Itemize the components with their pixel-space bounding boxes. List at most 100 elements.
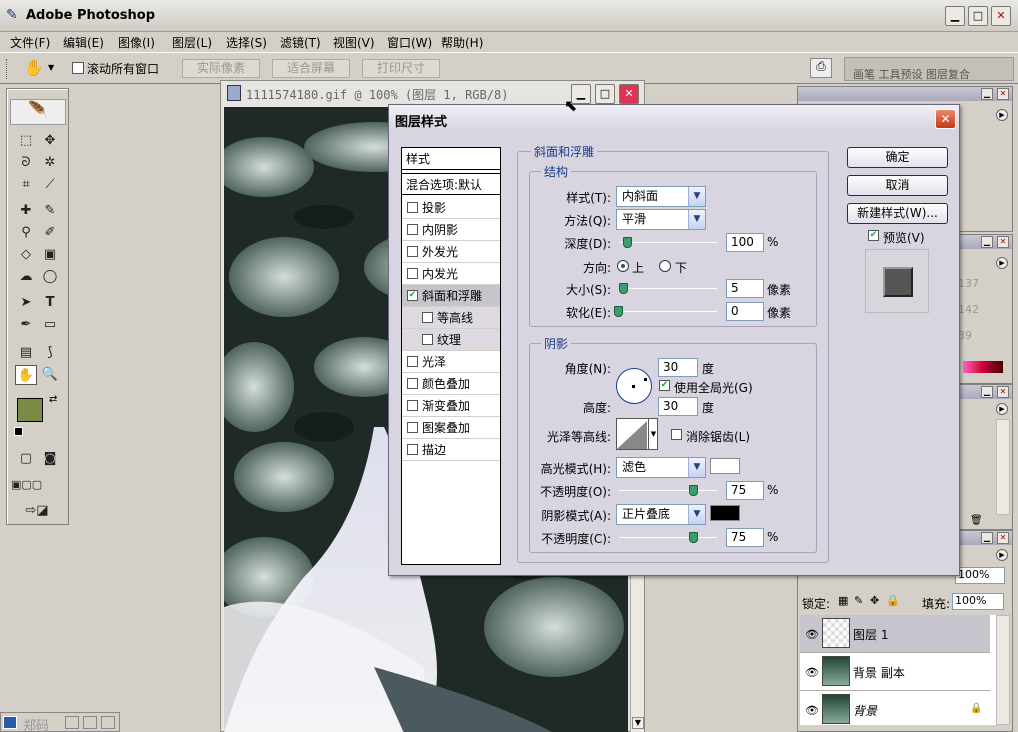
effect-checkbox[interactable] xyxy=(407,246,418,257)
eye-icon[interactable]: 👁 xyxy=(805,704,819,717)
panel-close-icon[interactable]: ✕ xyxy=(997,236,1009,248)
soften-slider-track[interactable] xyxy=(619,311,717,312)
effect-inner-shadow[interactable]: 内阴影 xyxy=(402,219,500,241)
effect-bevel-emboss[interactable]: ✔ 斜面和浮雕 xyxy=(402,285,500,307)
ime-button-icon[interactable] xyxy=(83,716,97,729)
effect-satin[interactable]: 光泽 xyxy=(402,351,500,373)
lock-paint-icon[interactable]: ✎ xyxy=(854,594,863,607)
size-slider-thumb[interactable] xyxy=(619,283,628,294)
color-blue-value[interactable]: 39 xyxy=(958,329,972,342)
panel-menu-icon[interactable]: ▶ xyxy=(996,109,1008,121)
layer-row-background[interactable]: 👁 背景 🔒 xyxy=(800,691,990,725)
effect-drop-shadow[interactable]: 投影 xyxy=(402,197,500,219)
angle-input[interactable]: 30 xyxy=(658,358,698,377)
menu-window[interactable]: 窗口(W) xyxy=(387,34,432,51)
color-red-value[interactable]: 137 xyxy=(958,277,979,290)
effect-stroke[interactable]: 描边 xyxy=(402,439,500,461)
doc-maximize-button[interactable]: □ xyxy=(595,84,615,104)
eye-icon[interactable]: 👁 xyxy=(805,666,819,679)
size-slider-track[interactable] xyxy=(619,288,717,289)
eraser-tool-icon[interactable]: ◇ xyxy=(15,245,37,265)
menu-file[interactable]: 文件(F) xyxy=(10,34,50,51)
highlight-opacity-track[interactable] xyxy=(619,490,717,491)
actual-pixels-button[interactable]: 实际像素 xyxy=(182,59,260,78)
fit-screen-button[interactable]: 适合屏幕 xyxy=(272,59,350,78)
brush-tool-icon[interactable]: ✎ xyxy=(39,201,61,221)
chevron-down-icon[interactable]: ▼ xyxy=(688,458,705,477)
dropdown-arrow-icon[interactable]: ▼ xyxy=(48,63,54,72)
menu-image[interactable]: 图像(I) xyxy=(118,34,155,51)
ime-button-icon[interactable] xyxy=(101,716,115,729)
effect-checkbox[interactable] xyxy=(407,224,418,235)
panel-menu-icon[interactable]: ▶ xyxy=(996,257,1008,269)
default-colors-icon[interactable] xyxy=(14,427,23,436)
pen-tool-icon[interactable]: ✒ xyxy=(15,315,37,335)
opacity-field[interactable]: 100% xyxy=(955,567,1005,584)
eyedropper-icon[interactable]: ⟆ xyxy=(39,343,61,363)
shadow-color-swatch[interactable] xyxy=(710,505,740,521)
lock-all-icon[interactable]: 🔒 xyxy=(886,594,900,607)
menu-edit[interactable]: 编辑(E) xyxy=(63,34,104,51)
highlight-mode-select[interactable]: 滤色 ▼ xyxy=(616,457,706,478)
styles-header[interactable]: 样式 xyxy=(402,148,500,170)
shadow-mode-select[interactable]: 正片叠底 ▼ xyxy=(616,504,706,525)
highlight-opacity-input[interactable]: 75 xyxy=(726,481,764,500)
layer-row-layer1[interactable]: 👁 图层 1 xyxy=(800,615,990,653)
effect-color-overlay[interactable]: 颜色叠加 xyxy=(402,373,500,395)
panel-close-icon[interactable]: ✕ xyxy=(997,532,1009,544)
maximize-button[interactable]: □ xyxy=(968,6,988,26)
crop-tool-icon[interactable]: ⌗ xyxy=(15,175,37,195)
blend-options-item[interactable]: 混合选项:默认 xyxy=(402,173,500,195)
effect-checkbox[interactable] xyxy=(407,378,418,389)
effect-inner-glow[interactable]: 内发光 xyxy=(402,263,500,285)
menu-filter[interactable]: 滤镜(T) xyxy=(280,34,321,51)
effect-checkbox[interactable] xyxy=(422,312,433,323)
effect-checkbox[interactable] xyxy=(407,444,418,455)
ok-button[interactable]: 确定 xyxy=(847,147,948,168)
effect-checkbox[interactable] xyxy=(407,400,418,411)
depth-slider-track[interactable] xyxy=(619,242,717,243)
layer-row-background-copy[interactable]: 👁 背景 副本 xyxy=(800,653,990,691)
close-button[interactable]: ✕ xyxy=(991,6,1011,26)
zoom-tool-icon[interactable]: 🔍 xyxy=(39,365,61,385)
lasso-tool-icon[interactable]: ᘐ xyxy=(15,153,37,173)
effect-contour[interactable]: 等高线 xyxy=(402,307,500,329)
chevron-down-icon[interactable]: ▼ xyxy=(648,419,658,449)
highlight-opacity-thumb[interactable] xyxy=(689,485,698,496)
panel-minimize-icon[interactable]: ▁ xyxy=(981,532,993,544)
lock-transparency-icon[interactable]: ▦ xyxy=(838,594,848,607)
effect-checkbox-checked[interactable]: ✔ xyxy=(407,290,418,301)
effect-checkbox[interactable] xyxy=(407,202,418,213)
scroll-all-checkbox[interactable] xyxy=(72,62,84,74)
direction-up-radio[interactable] xyxy=(617,260,629,272)
layers-scrollbar[interactable] xyxy=(996,615,1010,725)
dodge-tool-icon[interactable]: ◯ xyxy=(39,267,61,287)
foreground-color-swatch[interactable] xyxy=(17,398,43,422)
panel-close-icon[interactable]: ✕ xyxy=(997,386,1009,398)
chevron-down-icon[interactable]: ▼ xyxy=(688,210,705,229)
effect-checkbox[interactable] xyxy=(407,356,418,367)
menu-layer[interactable]: 图层(L) xyxy=(172,34,212,51)
minimize-button[interactable]: ▁ xyxy=(945,6,965,26)
soften-input[interactable]: 0 xyxy=(726,302,764,321)
anti-alias-checkbox[interactable] xyxy=(671,429,682,440)
stamp-tool-icon[interactable]: ⚲ xyxy=(15,223,37,243)
gloss-contour-picker[interactable]: ▼ xyxy=(616,418,658,450)
eye-icon[interactable]: 👁 xyxy=(805,628,819,641)
fill-field[interactable]: 100% xyxy=(952,593,1004,610)
shadow-opacity-thumb[interactable] xyxy=(689,532,698,543)
dialog-close-button[interactable]: ✕ xyxy=(935,109,956,129)
swap-colors-icon[interactable]: ⇄ xyxy=(49,394,57,405)
jump-to-imageready-icon[interactable]: ⇨◪ xyxy=(17,501,57,521)
global-light-checkbox[interactable]: ✔ xyxy=(659,380,670,391)
panel-menu-icon[interactable]: ▶ xyxy=(996,549,1008,561)
menu-help[interactable]: 帮助(H) xyxy=(441,34,483,51)
ime-button-icon[interactable] xyxy=(65,716,79,729)
panel-minimize-icon[interactable]: ▁ xyxy=(981,236,993,248)
effect-texture[interactable]: 纹理 xyxy=(402,329,500,351)
new-style-button[interactable]: 新建样式(W)... xyxy=(847,203,948,224)
panel-menu-icon[interactable]: ▶ xyxy=(996,403,1008,415)
depth-slider-thumb[interactable] xyxy=(623,237,632,248)
menu-select[interactable]: 选择(S) xyxy=(226,34,267,51)
shadow-opacity-input[interactable]: 75 xyxy=(726,528,764,547)
